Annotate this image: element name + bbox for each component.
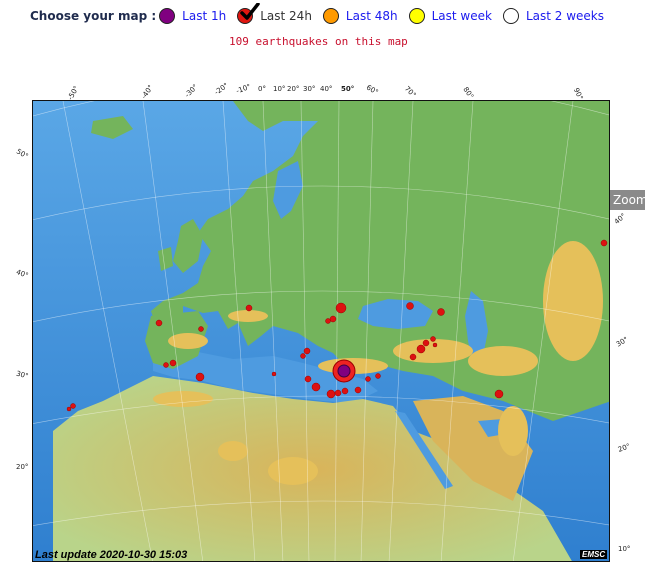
earthquake-count: 109 earthquakes on this map [229,35,408,48]
degree-label: 50° [341,85,355,93]
degree-label: 40° [15,268,30,280]
earthquake-marker [341,387,349,395]
earthquake-marker [70,403,76,409]
degree-label: 20° [16,463,29,471]
option-last-week[interactable]: Last week [408,8,492,24]
earthquake-marker [437,308,445,316]
earthquake-marker [406,302,414,310]
option-last-24h[interactable]: Last 24h [237,3,312,24]
degree-label: 10° [618,545,631,553]
degree-label: 30° [614,335,630,349]
earthquake-marker [409,353,417,361]
earthquake-marker [416,344,426,354]
earthquake-marker [326,389,336,399]
option-label[interactable]: Last week [432,9,492,23]
earthquake-marker [198,326,204,332]
option-label[interactable]: Last 1h [182,9,226,23]
purple-circle-icon[interactable] [159,8,176,24]
degree-label: -20° [213,81,230,97]
earthquake-marker [271,371,277,377]
earthquake-map[interactable] [32,100,610,562]
map-canvas [33,101,609,561]
earthquake-marker [375,373,381,379]
degree-label: 10° [273,85,286,93]
earthquake-marker [304,375,312,383]
orange-circle-icon[interactable] [322,8,339,24]
earthquake-marker [163,362,169,368]
earthquake-marker [245,304,253,312]
option-last-2-weeks[interactable]: Last 2 weeks [502,8,604,24]
emsc-credit: EMSC [580,550,608,559]
option-last-48h[interactable]: Last 48h [322,8,398,24]
earthquake-marker [311,382,321,392]
degree-label: -40° [139,83,156,101]
earthquake-marker [303,347,311,355]
earthquake-marker [600,239,608,247]
earthquake-marker [66,406,72,412]
degree-label: 20° [287,85,300,93]
option-label[interactable]: Last 48h [346,9,398,23]
earthquake-marker [300,353,306,359]
yellow-circle-icon[interactable] [408,8,425,24]
earthquake-marker [365,376,371,382]
option-label[interactable]: Last 24h [260,9,312,23]
degree-label: -50° [66,84,81,102]
zoom-button[interactable]: Zoom [610,190,645,210]
earthquake-marker [422,339,430,347]
degree-label: 0° [258,85,266,93]
map-selector: Choose your map : Last 1h Last 24h Last … [30,3,630,29]
white-circle-icon[interactable] [502,8,519,24]
option-last-1h[interactable]: Last 1h [159,8,226,24]
degree-label: 50° [14,147,30,161]
degree-label: -10° [235,82,252,96]
earthquake-marker [325,318,331,324]
earthquake-marker [169,359,177,367]
option-label[interactable]: Last 2 weeks [526,9,604,23]
checkmark-icon [240,3,260,20]
degree-label: 30° [15,369,30,381]
red-circle-checked-icon[interactable] [237,3,260,24]
degree-label: 60° [364,83,380,97]
earthquake-marker [432,342,438,348]
degree-label: 40° [612,211,628,227]
choose-map-label: Choose your map : [30,9,157,23]
degree-label: 80° [461,85,476,101]
earthquake-marker [494,389,504,399]
degree-label: -30° [183,82,200,100]
earthquake-marker [335,302,347,314]
earthquake-marker [329,315,337,323]
earthquake-marker [354,386,362,394]
earthquake-marker [155,319,163,327]
degree-label: 70° [402,84,418,100]
earthquake-marker [430,336,436,342]
last-update-text: Last update 2020-10-30 15:03 [35,549,188,561]
earthquake-marker [334,389,342,397]
degree-label: 40° [320,85,333,93]
earthquake-marker [195,372,205,382]
degree-label: 20° [617,442,632,454]
degree-label: 30° [303,85,316,93]
major-earthquake-marker[interactable] [332,359,356,383]
